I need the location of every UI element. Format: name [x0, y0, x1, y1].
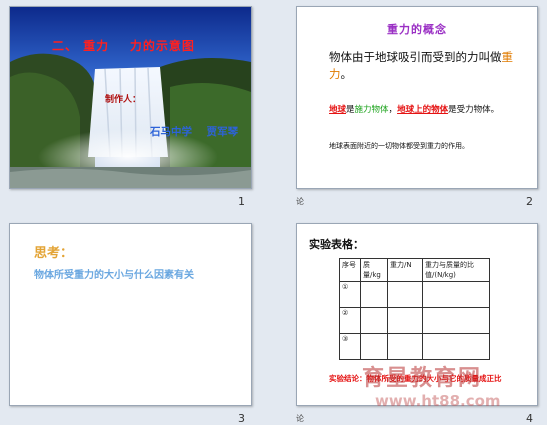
slide-3-thumbnail[interactable]: 思考： 物体所受重力的大小与什么因素有关 — [9, 223, 252, 406]
table-cell — [360, 307, 388, 334]
slide-number-4: 4 — [526, 412, 533, 425]
definition-suffix: 。 — [340, 67, 353, 81]
table-row: ② — [339, 307, 490, 334]
table-cell — [422, 307, 490, 334]
table-cell — [422, 281, 490, 308]
slide-number-2: 2 — [526, 195, 533, 208]
slide-1-maker-label: 制作人： — [105, 95, 142, 105]
relation-earth: 地球 — [329, 105, 347, 115]
table-cell — [387, 307, 423, 334]
gravity-definition: 物体由于地球吸引而受到的力叫做重力。 — [329, 49, 519, 83]
table-cell — [422, 333, 490, 360]
slide-2-note: 地球表面附近的一切物体都受到重力的作用。 — [329, 142, 469, 150]
table-cell: ① — [339, 281, 361, 308]
site-watermark: 育星教育网 — [362, 366, 483, 391]
table-row: ③ — [339, 333, 490, 360]
slide-3-think-heading: 思考： — [34, 246, 74, 261]
table-header-cell: 重力与质量的比值/(N/kg) — [422, 258, 490, 282]
slide-4-footer-mark: 论 — [296, 414, 304, 423]
experiment-table: 序号 质量/kg 重力/N 重力与质量的比值/(N/kg) ① ② ③ — [339, 258, 490, 360]
slide-2-title: 重力的概念 — [387, 23, 447, 36]
slide-1-title: 二、 重力 力的示意图 — [52, 39, 195, 53]
table-cell — [360, 333, 388, 360]
slide-3-question: 物体所受重力的大小与什么因素有关 — [34, 270, 194, 281]
slide-2-thumbnail[interactable]: 重力的概念 物体由于地球吸引而受到的力叫做重力。 地球是施力物体，地球上的物体是… — [296, 6, 538, 189]
force-relation: 地球是施力物体，地球上的物体是受力物体。 — [329, 105, 529, 116]
slide-2-footer-mark: 论 — [296, 197, 304, 206]
slide-4-heading: 实验表格： — [309, 238, 364, 251]
relation-is: 是 — [346, 105, 355, 115]
slide-number-3: 3 — [238, 412, 245, 425]
table-cell: ③ — [339, 333, 361, 360]
table-row: ① — [339, 281, 490, 308]
table-cell — [387, 281, 423, 308]
slide-number-1: 1 — [238, 195, 245, 208]
table-header-cell: 序号 — [339, 258, 361, 282]
table-cell: ② — [339, 307, 361, 334]
definition-text: 物体由于地球吸引而受到的力叫做 — [329, 50, 502, 64]
table-header-row: 序号 质量/kg 重力/N 重力与质量的比值/(N/kg) — [339, 258, 490, 282]
table-header-cell: 质量/kg — [360, 258, 388, 282]
relation-receiver: 是受力物体。 — [448, 105, 500, 115]
table-cell — [387, 333, 423, 360]
relation-comma: ， — [388, 105, 398, 115]
slide-1-thumbnail[interactable]: 二、 重力 力的示意图 制作人： 石马中学 贾军琴 — [9, 6, 252, 189]
table-header-cell: 重力/N — [387, 258, 423, 282]
slide-1-author: 石马中学 贾军琴 — [150, 126, 239, 138]
relation-exerter: 施力物体 — [354, 105, 389, 115]
site-watermark-url: www.ht88.com — [375, 392, 501, 410]
table-cell — [360, 281, 388, 308]
relation-object: 地球上的物体 — [397, 105, 449, 115]
